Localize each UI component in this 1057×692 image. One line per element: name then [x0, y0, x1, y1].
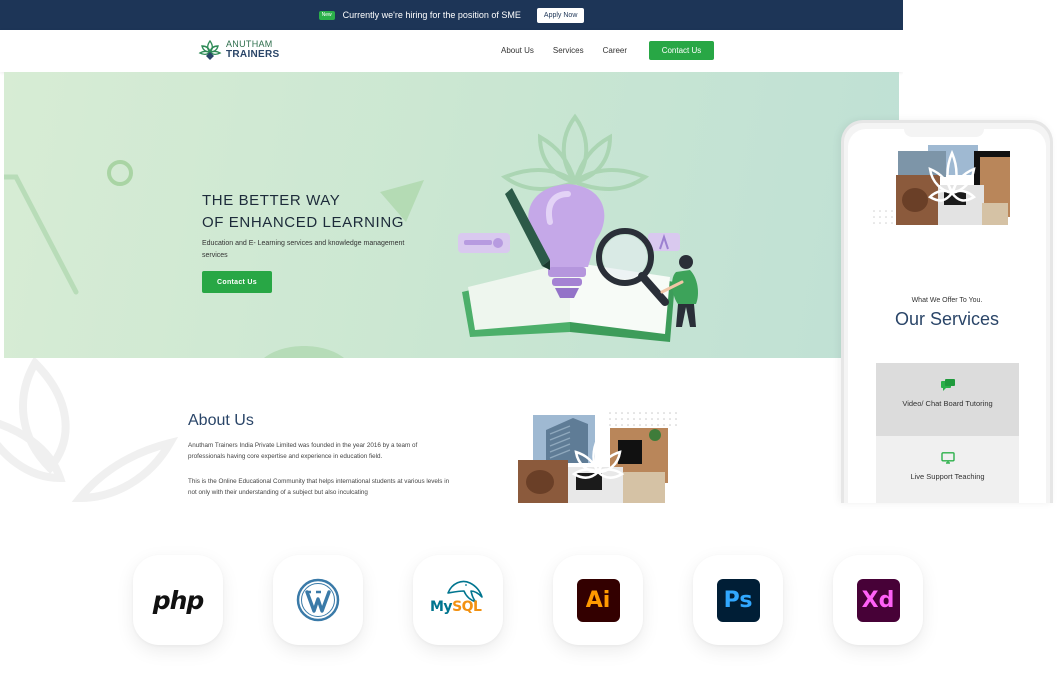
xd-logo: Xd [856, 578, 900, 622]
new-badge: New [318, 10, 335, 20]
nav-item-career[interactable]: Career [603, 46, 627, 55]
mobile-screen: What We Offer To You. Our Services Video… [848, 129, 1046, 503]
mobile-mockup: What We Offer To You. Our Services Video… [841, 120, 1053, 503]
about-paragraph-1: Anutham Trainers India Private Limited w… [188, 442, 418, 460]
about-photo-collage [518, 412, 677, 503]
photoshop-tile: Ps [693, 555, 783, 645]
monitor-icon [940, 452, 955, 464]
announcement-bar: New Currently we're hiring for the posit… [0, 0, 903, 30]
hero-title: THE BETTER WAY OF ENHANCED LEARNING [202, 190, 404, 234]
navbar: ANUTHAM TRAINERS About Us Services Caree… [0, 30, 903, 72]
chat-icon [940, 379, 955, 391]
brand-logo[interactable]: ANUTHAM TRAINERS [198, 38, 280, 62]
about-title: About Us [188, 412, 254, 429]
mysql-tile: MySQL [413, 555, 503, 645]
photoshop-logo: Ps [716, 578, 760, 622]
nav-item-about[interactable]: About Us [501, 46, 534, 55]
nav-links: About Us Services Career [501, 46, 627, 55]
about-paragraph-2: This is the Online Educational Community… [188, 478, 450, 496]
illustrator-logo: Ai [576, 578, 620, 622]
hero-title-line1: THE BETTER WAY [202, 192, 341, 209]
phone-notch [904, 127, 984, 137]
nav-contact-button[interactable]: Contact Us [649, 41, 714, 60]
brand-name-line1: ANUTHAM [226, 39, 273, 49]
learning-illustration [458, 113, 698, 342]
php-tile: php [133, 555, 223, 645]
apply-now-button[interactable]: Apply Now [536, 7, 585, 23]
lotus-logo-icon [198, 39, 222, 60]
hero-title-line2: OF ENHANCED LEARNING [202, 214, 405, 231]
mysql-my-text: My [430, 599, 453, 615]
services-title: Our Services [894, 309, 1000, 329]
hero-subtitle: Education and E- Learning services and k… [202, 240, 405, 259]
service-card-live-support[interactable]: Live Support Teaching [876, 436, 1019, 503]
wordpress-tile [273, 555, 363, 645]
hero-contact-button[interactable]: Contact Us [202, 271, 272, 293]
desktop-mockup: New Currently we're hiring for the posit… [0, 0, 903, 503]
xd-tile: Xd [833, 555, 923, 645]
announcement-text: Currently we're hiring for the position … [342, 10, 521, 20]
about-section: About Us Anutham Trainers India Private … [0, 358, 903, 503]
about-lotus-watermark [0, 358, 179, 503]
service-card-tutoring[interactable]: Video/ Chat Board Tutoring [876, 363, 1019, 436]
hero-section: THE BETTER WAY OF ENHANCED LEARNING Educ… [4, 72, 899, 358]
services-subtitle: What We Offer To You. [911, 297, 983, 304]
nav-item-services[interactable]: Services [553, 46, 584, 55]
mysql-sql-text: SQL [452, 599, 482, 615]
service-card-label: Live Support Teaching [910, 472, 985, 481]
mobile-photo-collage [873, 145, 1010, 225]
mysql-logo: MySQL [428, 575, 488, 625]
brand-name-line2: TRAINERS [226, 49, 280, 60]
wordpress-icon [296, 578, 340, 622]
service-card-label: Video/ Chat Board Tutoring [902, 399, 993, 408]
illustrator-tile: Ai [553, 555, 643, 645]
php-logo: php [152, 585, 205, 615]
